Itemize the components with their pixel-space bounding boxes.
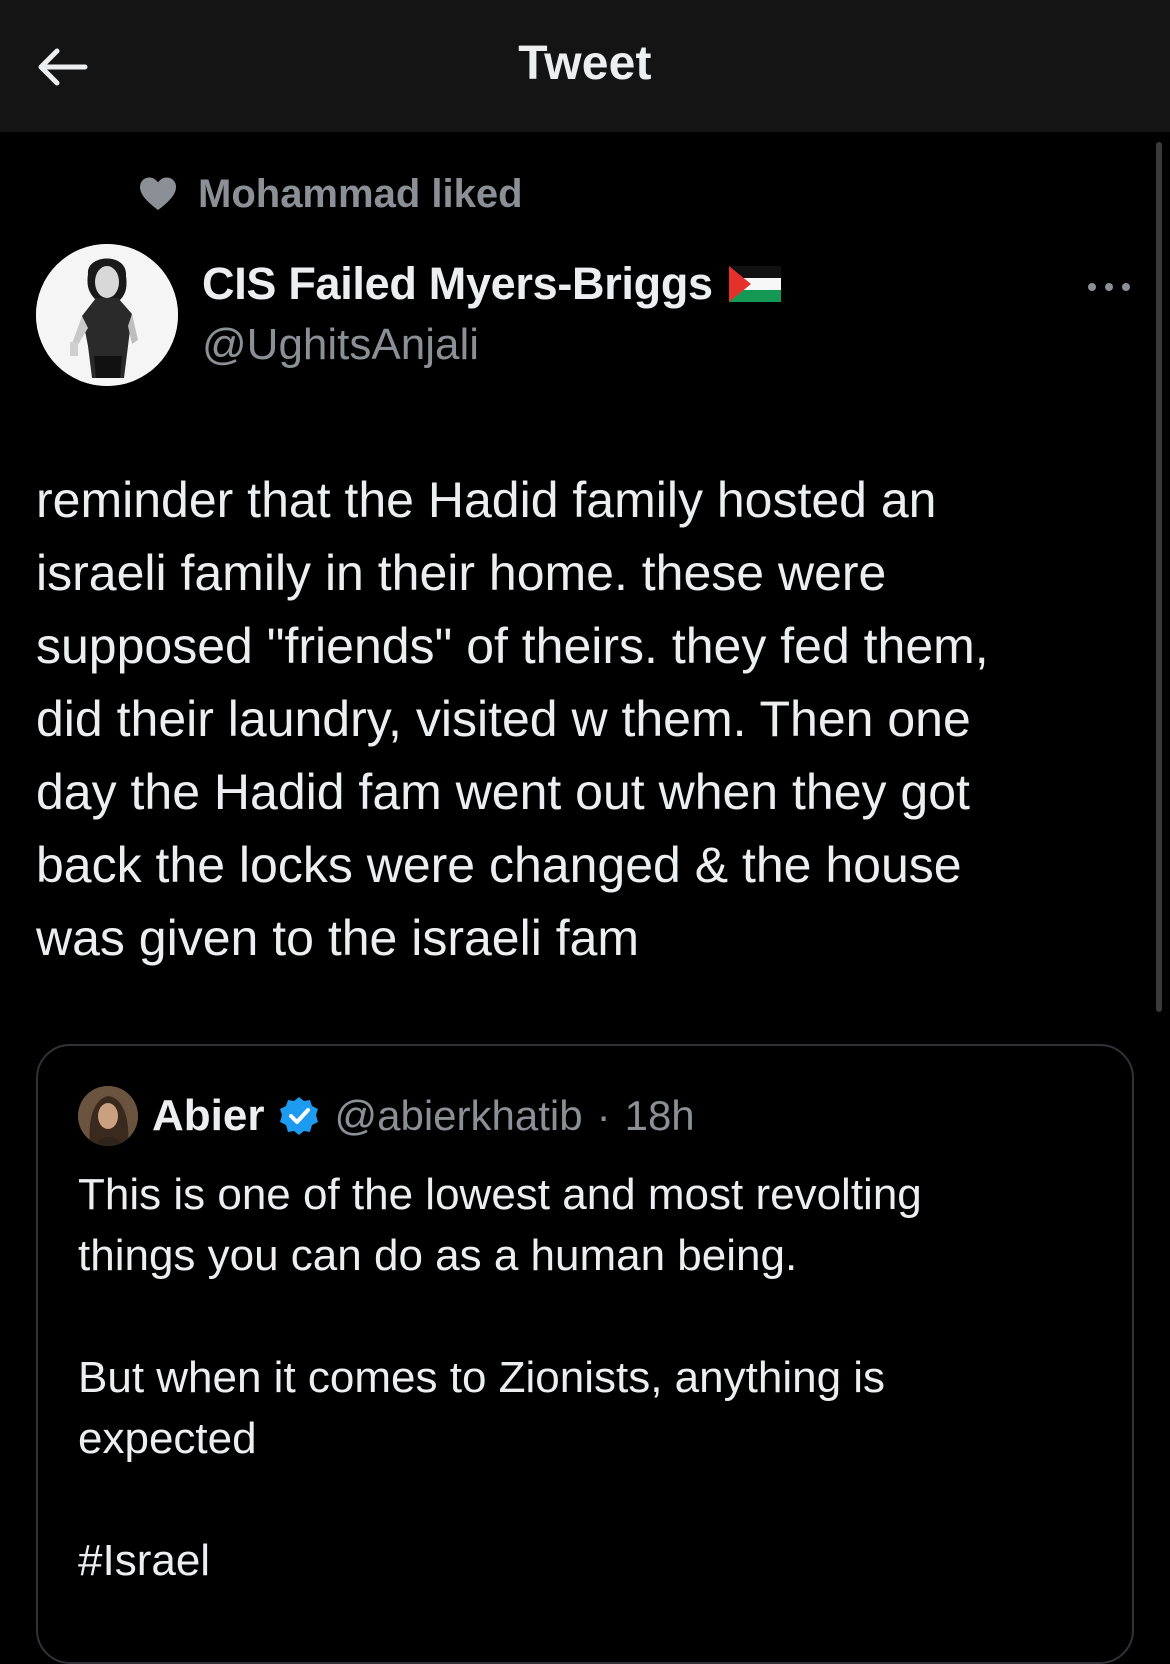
- quoted-author-name[interactable]: Abier: [152, 1091, 264, 1141]
- palestine-flag-icon: [728, 266, 781, 302]
- more-options-button[interactable]: [1078, 272, 1140, 302]
- verified-badge-icon: [280, 1097, 319, 1135]
- quoted-tweet-header: Abier @abierkhatib · 18h: [78, 1086, 695, 1146]
- scrollbar[interactable]: [1156, 142, 1162, 1012]
- social-context[interactable]: Mohammad liked: [138, 170, 523, 218]
- author-avatar[interactable]: [36, 244, 178, 386]
- quoted-tweet-card[interactable]: Abier @abierkhatib · 18h This is one of …: [36, 1044, 1134, 1664]
- top-navigation-bar: Tweet: [0, 0, 1170, 132]
- heart-icon: [140, 177, 176, 210]
- quoted-tweet-text: This is one of the lowest and most revol…: [78, 1170, 922, 1585]
- author-name[interactable]: CIS Failed Myers-Briggs: [202, 258, 713, 310]
- tweet-text: reminder that the Hadid family hosted an…: [36, 472, 989, 966]
- more-horizontal-icon: [1088, 283, 1130, 291]
- portrait-illustration: [36, 244, 178, 386]
- portrait-photo: [78, 1086, 138, 1146]
- quoted-author-handle[interactable]: @abierkhatib: [334, 1092, 582, 1140]
- author-name-row[interactable]: CIS Failed Myers-Briggs: [202, 258, 781, 310]
- author-handle[interactable]: @UghitsAnjali: [202, 320, 479, 370]
- separator-dot: ·: [596, 1092, 611, 1139]
- quoted-author-avatar[interactable]: [78, 1086, 138, 1146]
- page-title: Tweet: [518, 37, 652, 90]
- social-context-text: Mohammad liked: [198, 171, 523, 216]
- quoted-tweet-timestamp[interactable]: 18h: [625, 1092, 695, 1140]
